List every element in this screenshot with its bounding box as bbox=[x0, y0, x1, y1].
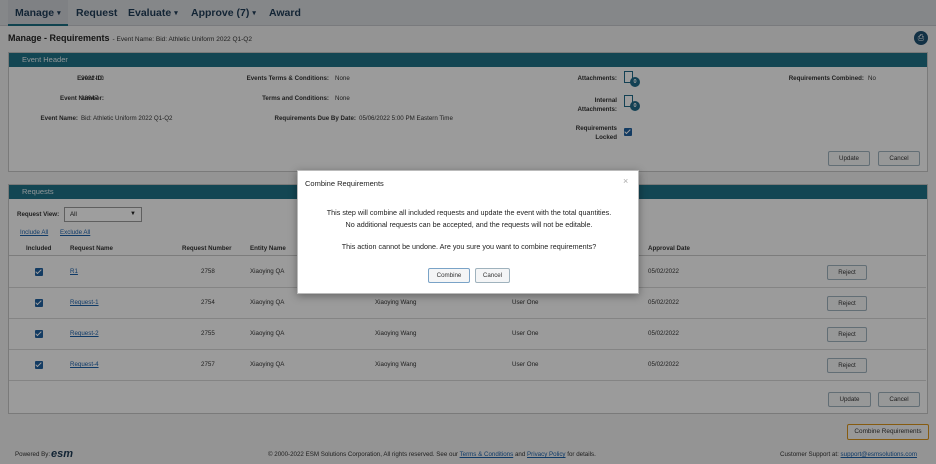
combine-requirements-dialog: Combine Requirements × This step will co… bbox=[297, 170, 639, 294]
modal-line-2: No additional requests can be accepted, … bbox=[345, 220, 593, 229]
modal-line-3: This action cannot be undone. Are you su… bbox=[341, 242, 597, 251]
combine-confirm-button[interactable]: Combine bbox=[428, 268, 470, 283]
modal-title: Combine Requirements bbox=[305, 179, 384, 188]
close-icon[interactable]: × bbox=[623, 176, 628, 186]
modal-line-1: This step will combine all included requ… bbox=[326, 208, 612, 217]
modal-cancel-button[interactable]: Cancel bbox=[475, 268, 510, 283]
